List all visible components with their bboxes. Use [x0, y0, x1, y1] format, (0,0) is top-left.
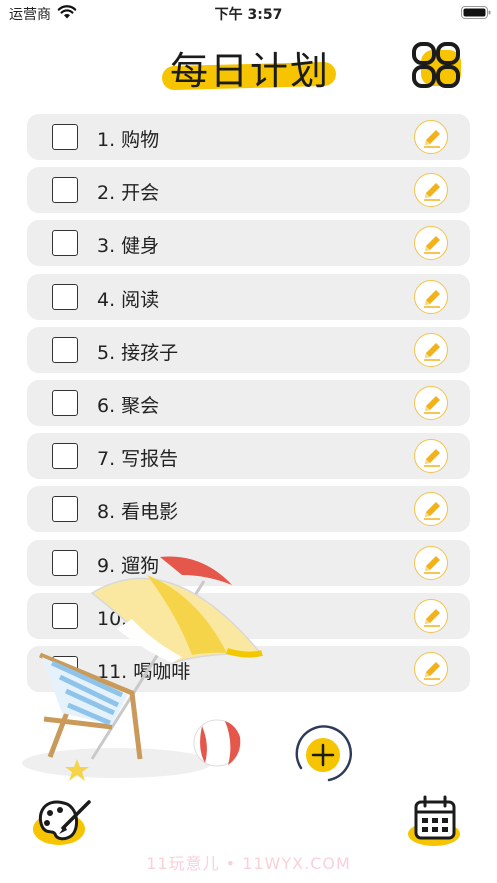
edit-task-button[interactable]	[414, 386, 448, 420]
task-label: 9. 遛狗	[97, 555, 160, 577]
pencil-icon	[424, 290, 440, 308]
task-label: 5. 接孩子	[97, 342, 179, 364]
theme-palette-button[interactable]	[33, 796, 95, 848]
edit-task-button[interactable]	[414, 652, 448, 686]
pencil-icon	[424, 502, 440, 520]
edit-task-button[interactable]	[414, 546, 448, 580]
task-row[interactable]: 10.烹饪课	[27, 593, 470, 639]
task-label: 8. 看电影	[97, 501, 179, 523]
plus-icon	[295, 725, 352, 782]
task-label: 3. 健身	[97, 235, 160, 257]
pencil-icon	[424, 662, 440, 680]
page-title: 每日计划	[169, 49, 330, 93]
task-checkbox[interactable]	[52, 390, 78, 416]
page-title-area: 每日计划	[160, 40, 340, 93]
pencil-icon	[424, 236, 440, 254]
task-checkbox[interactable]	[52, 496, 78, 522]
grid-menu-button[interactable]	[408, 40, 464, 90]
task-checkbox[interactable]	[52, 124, 78, 150]
task-row[interactable]: 4. 阅读	[27, 274, 470, 320]
pencil-icon	[424, 343, 440, 361]
task-label: 11. 喝咖啡	[97, 661, 191, 683]
status-bar: 运营商 下午 3:57	[0, 0, 497, 26]
task-checkbox[interactable]	[52, 337, 78, 363]
pencil-icon	[424, 556, 440, 574]
task-label: 1. 购物	[97, 129, 160, 151]
task-row[interactable]: 5. 接孩子	[27, 327, 470, 373]
task-label: 2. 开会	[97, 182, 160, 204]
task-row[interactable]: 2. 开会	[27, 167, 470, 213]
task-row[interactable]: 6. 聚会	[27, 380, 470, 426]
calendar-icon	[408, 795, 460, 846]
edit-task-button[interactable]	[414, 120, 448, 154]
edit-task-button[interactable]	[414, 439, 448, 473]
task-checkbox[interactable]	[52, 230, 78, 256]
edit-task-button[interactable]	[414, 599, 448, 633]
pencil-icon	[424, 609, 440, 627]
task-row[interactable]: 11. 喝咖啡	[27, 646, 470, 692]
pencil-icon	[424, 130, 440, 148]
task-checkbox[interactable]	[52, 284, 78, 310]
edit-task-button[interactable]	[414, 280, 448, 314]
pencil-icon	[424, 449, 440, 467]
task-checkbox[interactable]	[52, 177, 78, 203]
grid-menu-icon	[412, 42, 461, 88]
palette-icon	[33, 800, 91, 845]
edit-task-button[interactable]	[414, 492, 448, 526]
battery-icon	[461, 6, 491, 19]
task-label: 10.烹饪课	[97, 608, 185, 630]
task-label: 7. 写报告	[97, 448, 179, 470]
edit-task-button[interactable]	[414, 333, 448, 367]
task-row[interactable]: 8. 看电影	[27, 486, 470, 532]
task-row[interactable]: 1. 购物	[27, 114, 470, 160]
task-row[interactable]: 9. 遛狗	[27, 540, 470, 586]
edit-task-button[interactable]	[414, 226, 448, 260]
task-checkbox[interactable]	[52, 550, 78, 576]
edit-task-button[interactable]	[414, 173, 448, 207]
calendar-button[interactable]	[408, 794, 462, 848]
task-row[interactable]: 7. 写报告	[27, 433, 470, 479]
task-checkbox[interactable]	[52, 443, 78, 469]
watermark: 11玩意儿 • 11WYX.COM	[146, 854, 351, 873]
task-checkbox[interactable]	[52, 603, 78, 629]
task-label: 6. 聚会	[97, 395, 160, 417]
pencil-icon	[424, 396, 440, 414]
clock: 下午 3:57	[214, 7, 283, 23]
pencil-icon	[424, 183, 440, 201]
task-row[interactable]: 3. 健身	[27, 220, 470, 266]
task-label: 4. 阅读	[97, 289, 160, 311]
add-task-button[interactable]	[291, 724, 353, 784]
task-checkbox[interactable]	[52, 656, 78, 682]
